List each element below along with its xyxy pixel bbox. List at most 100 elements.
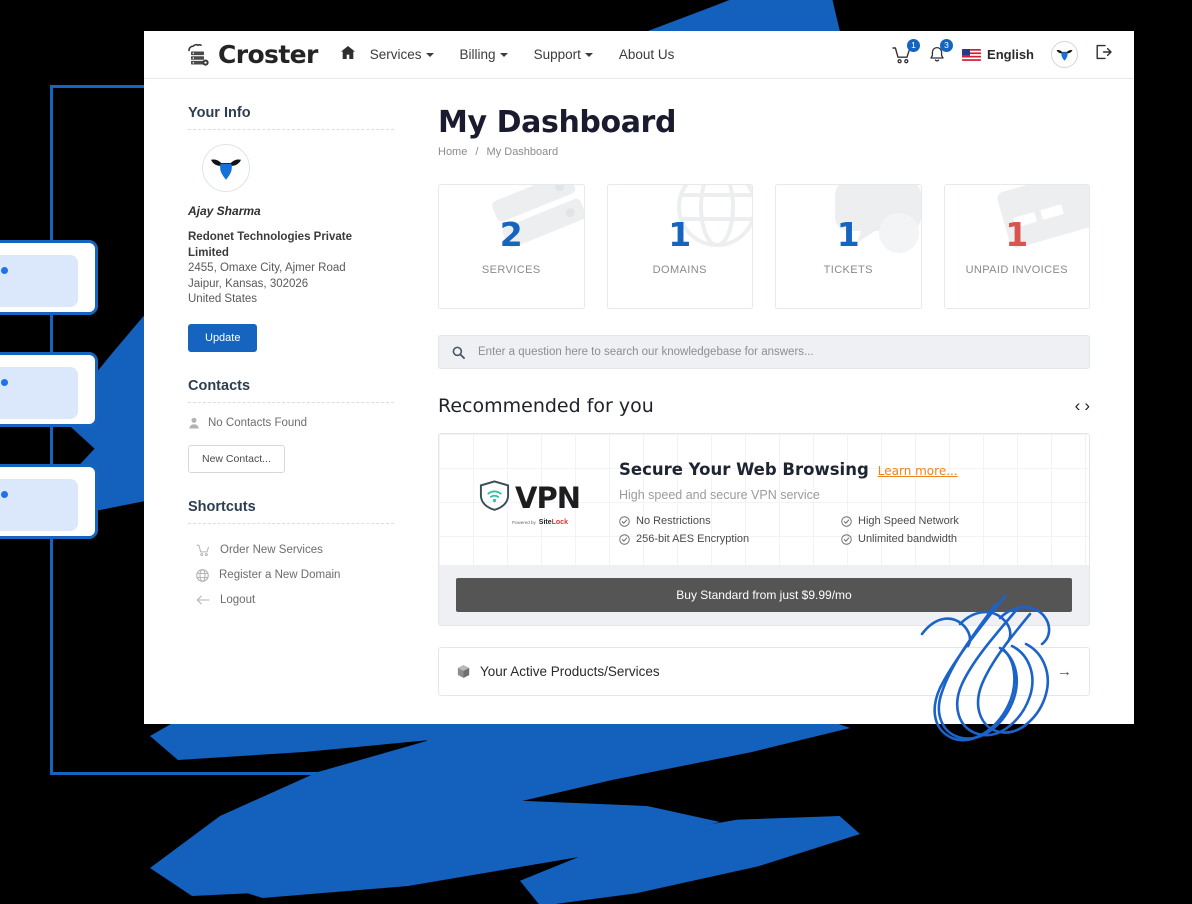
nav-item-support[interactable]: Support bbox=[534, 47, 593, 62]
chevron-left-icon[interactable]: ‹ bbox=[1075, 396, 1081, 416]
update-button[interactable]: Update bbox=[188, 323, 258, 352]
nav-item-billing[interactable]: Billing bbox=[460, 47, 508, 62]
stat-value: 1 bbox=[1005, 214, 1029, 254]
promo-text: Secure Your Web Browsing Learn more... H… bbox=[619, 460, 1063, 545]
nav-item-label: Services bbox=[369, 47, 422, 62]
home-icon[interactable] bbox=[340, 45, 356, 65]
brand-logo[interactable]: Croster bbox=[186, 40, 318, 69]
stat-value: 1 bbox=[836, 214, 860, 254]
search-icon bbox=[452, 346, 465, 359]
chevron-down-icon bbox=[584, 53, 593, 57]
company-name: Redonet Technologies Private Limited bbox=[188, 231, 353, 259]
promo-heading-row: Secure Your Web Browsing Learn more... bbox=[619, 460, 1063, 479]
new-contact-button[interactable]: New Contact... bbox=[188, 444, 285, 473]
breadcrumb-home[interactable]: Home bbox=[438, 146, 467, 158]
cloud-server-icon bbox=[186, 43, 212, 67]
stat-card-services[interactable]: 2 SERVICES bbox=[438, 184, 585, 309]
cube-icon bbox=[457, 665, 470, 678]
shortcut-label: Order New Services bbox=[220, 544, 323, 556]
profile-name: Ajay Sharma bbox=[188, 204, 261, 218]
sitelock-wordmark: SiteLock bbox=[538, 519, 568, 526]
nav-item-about-us[interactable]: About Us bbox=[619, 47, 675, 62]
window-dots-icon bbox=[0, 491, 8, 498]
your-info-heading: Your Info bbox=[188, 105, 394, 130]
screenshot-stage: Croster Services Billing Support About U… bbox=[0, 0, 1192, 904]
address-line-3: United States bbox=[188, 293, 258, 305]
sidebar: Your Info Ajay Sharma Redonet Technologi… bbox=[144, 79, 416, 724]
brush-stroke-bottom-two bbox=[200, 800, 720, 898]
recommended-header: Recommended for you ‹ › bbox=[438, 395, 1090, 417]
window-dots-icon bbox=[0, 267, 8, 274]
promo-feature: High Speed Network bbox=[841, 515, 1063, 527]
language-selector[interactable]: English bbox=[962, 47, 1034, 62]
cart-button[interactable]: 1 bbox=[892, 38, 921, 64]
profile-avatar bbox=[202, 144, 250, 192]
nav-links: Services Billing Support About Us bbox=[370, 47, 675, 62]
breadcrumb-current: My Dashboard bbox=[486, 146, 559, 158]
bull-avatar-icon bbox=[211, 159, 241, 180]
stat-card-domains[interactable]: 1 DOMAINS bbox=[606, 184, 753, 309]
vpn-wordmark: VPN bbox=[515, 481, 581, 515]
promo-feature: 256-bit AES Encryption bbox=[619, 533, 841, 545]
user-icon bbox=[189, 417, 199, 428]
decorative-window-card bbox=[0, 464, 98, 539]
knowledgebase-search[interactable] bbox=[438, 335, 1090, 369]
cart-icon bbox=[196, 544, 209, 556]
learn-more-link[interactable]: Learn more... bbox=[878, 464, 958, 478]
promo-feature-list: No Restrictions High Speed Network 256-b… bbox=[619, 515, 1063, 545]
promo-heading: Secure Your Web Browsing bbox=[619, 460, 869, 479]
chevron-down-icon bbox=[499, 53, 508, 57]
navbar-right-tools: 1 3 English bbox=[892, 38, 1112, 68]
shield-wifi-icon bbox=[478, 479, 511, 517]
logout-icon[interactable] bbox=[1095, 44, 1112, 65]
stat-value: 1 bbox=[668, 214, 692, 254]
decorative-window-card bbox=[0, 352, 98, 427]
contacts-heading: Contacts bbox=[188, 378, 394, 403]
promo-feature: Unlimited bandwidth bbox=[841, 533, 1063, 545]
shortcut-order-new-services[interactable]: Order New Services bbox=[188, 538, 394, 563]
breadcrumb: Home / My Dashboard bbox=[438, 146, 1090, 158]
promo-body: VPN Powered by SiteLock Secure Your Web … bbox=[439, 434, 1089, 565]
vpn-logo: VPN Powered by SiteLock bbox=[465, 479, 593, 526]
stat-label: SERVICES bbox=[481, 263, 541, 276]
window-dots-icon bbox=[0, 379, 8, 386]
credit-card-icon bbox=[989, 185, 1090, 271]
stat-card-tickets[interactable]: 1 TICKETS bbox=[775, 184, 922, 309]
notification-badge: 3 bbox=[940, 38, 954, 52]
recommended-heading: Recommended for you bbox=[438, 395, 654, 417]
feature-label: 256-bit AES Encryption bbox=[636, 533, 750, 545]
notifications-button[interactable]: 3 bbox=[929, 38, 954, 64]
nav-item-services[interactable]: Services bbox=[370, 47, 434, 62]
bull-avatar-icon bbox=[1056, 49, 1073, 61]
search-input[interactable] bbox=[478, 346, 1076, 358]
arrow-left-icon bbox=[196, 595, 210, 604]
stat-card-unpaid-invoices[interactable]: 1 UNPAID INVOICES bbox=[943, 184, 1090, 309]
feature-label: High Speed Network bbox=[858, 515, 959, 527]
check-circle-icon bbox=[619, 515, 630, 527]
top-navbar: Croster Services Billing Support About U… bbox=[144, 31, 1134, 79]
check-circle-icon bbox=[841, 515, 852, 527]
globe-icon bbox=[196, 568, 209, 582]
chevron-right-icon[interactable]: › bbox=[1084, 396, 1090, 416]
language-label: English bbox=[987, 47, 1034, 62]
stat-label: UNPAID INVOICES bbox=[965, 263, 1068, 276]
address-line-1: 2455, Omaxe City, Ajmer Road bbox=[188, 262, 346, 274]
user-avatar-button[interactable] bbox=[1051, 41, 1078, 68]
nav-item-label: Support bbox=[533, 47, 581, 62]
brush-stroke-top bbox=[640, 0, 840, 34]
hand-drawn-scribble bbox=[920, 594, 1051, 742]
shortcut-logout[interactable]: Logout bbox=[188, 588, 394, 612]
promo-subtitle: High speed and secure VPN service bbox=[619, 488, 820, 502]
chevron-down-icon bbox=[425, 53, 434, 57]
brush-stroke-bottom-large bbox=[150, 704, 850, 896]
shortcut-label: Register a New Domain bbox=[219, 569, 341, 581]
us-flag-icon bbox=[962, 48, 982, 61]
nav-item-label: Billing bbox=[459, 47, 496, 62]
brush-stroke-bottom-three bbox=[520, 816, 860, 904]
contacts-empty-label: No Contacts Found bbox=[208, 416, 308, 429]
feature-label: Unlimited bandwidth bbox=[858, 533, 958, 545]
carousel-controls: ‹ › bbox=[1075, 396, 1090, 416]
nav-item-label: About Us bbox=[618, 47, 675, 62]
shortcut-register-new-domain[interactable]: Register a New Domain bbox=[188, 563, 394, 588]
decorative-window-card bbox=[0, 240, 98, 315]
